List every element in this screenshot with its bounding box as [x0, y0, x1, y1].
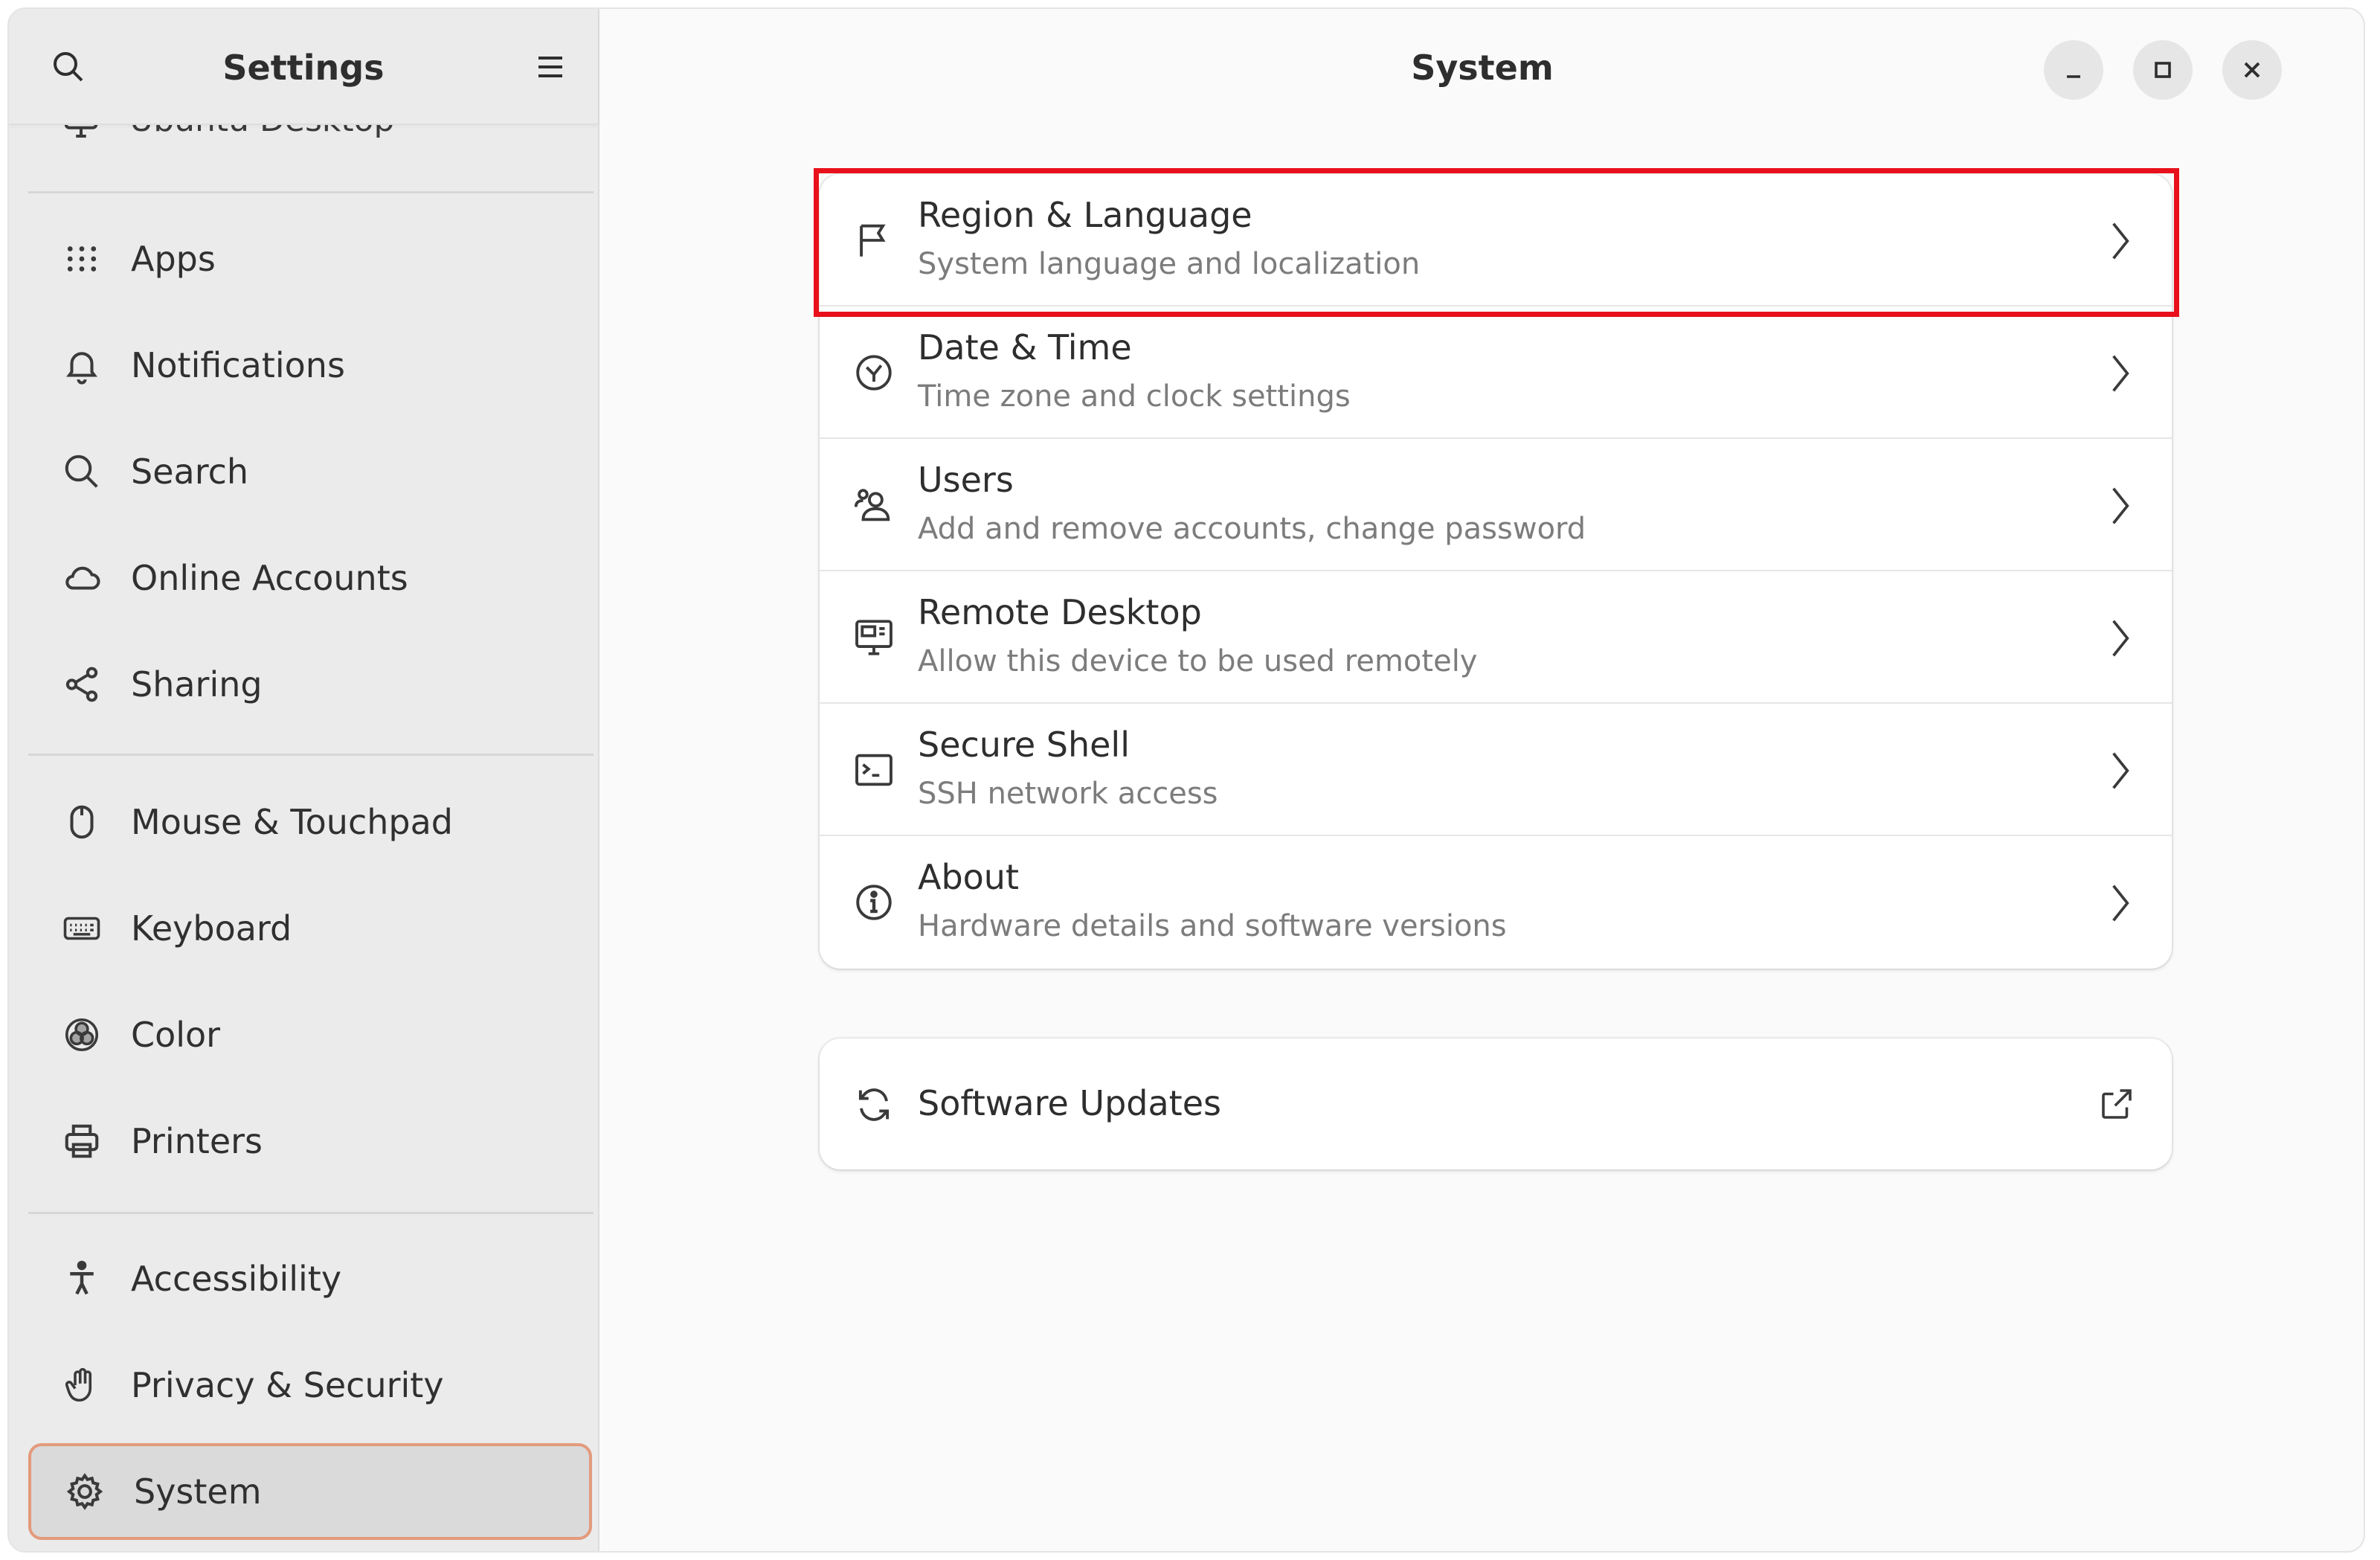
sidebar-item-label: Printers: [131, 1121, 263, 1161]
maximize-button[interactable]: [2133, 40, 2193, 100]
share-icon: [61, 664, 103, 705]
gear-icon: [64, 1471, 106, 1512]
sidebar-item-label: Accessibility: [131, 1259, 342, 1299]
row-users[interactable]: Users Add and remove accounts, change pa…: [820, 439, 2172, 571]
clock-icon: [851, 350, 897, 396]
bell-icon: [61, 344, 103, 386]
sidebar-item-accessibility[interactable]: Accessibility: [28, 1230, 592, 1327]
sidebar-item-label: Mouse & Touchpad: [131, 802, 453, 842]
sidebar-item-apps[interactable]: Apps: [28, 211, 592, 307]
hand-icon: [61, 1364, 103, 1406]
remote-desktop-icon: [851, 614, 897, 661]
row-title: Remote Desktop: [918, 592, 1202, 632]
sidebar-item-label: Notifications: [131, 345, 345, 385]
color-icon: [61, 1014, 103, 1056]
sidebar-item-label: Color: [131, 1015, 221, 1055]
apps-grid-icon: [61, 238, 103, 280]
chevron-right-icon: [2102, 881, 2139, 925]
sidebar-item-online-accounts[interactable]: Online Accounts: [28, 530, 592, 626]
sidebar-item-keyboard[interactable]: Keyboard: [28, 880, 592, 977]
sidebar-item-privacy-security[interactable]: Privacy & Security: [28, 1337, 592, 1434]
minimize-button[interactable]: [2044, 40, 2103, 100]
row-about[interactable]: About Hardware details and software vers…: [820, 836, 2172, 969]
sidebar-separator: [28, 191, 594, 193]
sidebar-item-system[interactable]: System: [28, 1443, 592, 1540]
chevron-right-icon: [2102, 616, 2139, 661]
sidebar-item-label: Sharing: [131, 664, 263, 704]
close-button[interactable]: [2222, 40, 2282, 100]
search-icon: [61, 451, 103, 492]
printer-icon: [61, 1120, 103, 1162]
row-subtitle: Add and remove accounts, change password: [918, 512, 1586, 546]
flag-icon: [851, 217, 897, 263]
sidebar-header: Settings: [9, 9, 598, 125]
row-remote-desktop[interactable]: Remote Desktop Allow this device to be u…: [820, 571, 2172, 704]
system-settings-list: Region & Language System language and lo…: [820, 174, 2172, 969]
sidebar-title: Settings: [222, 48, 385, 88]
chevron-right-icon: [2102, 351, 2139, 396]
cloud-icon: [61, 557, 103, 599]
sidebar-item-sharing[interactable]: Sharing: [28, 636, 592, 733]
row-title: Software Updates: [918, 1083, 1221, 1123]
sidebar-item-label: Keyboard: [131, 908, 292, 948]
content-pane: System Region & Language System language…: [601, 9, 2364, 1551]
row-subtitle: Allow this device to be used remotely: [918, 644, 1478, 678]
sidebar-item-label: System: [134, 1471, 262, 1512]
main-menu-button[interactable]: [530, 46, 571, 88]
sidebar-item-notifications[interactable]: Notifications: [28, 317, 592, 414]
row-title: About: [918, 857, 1020, 897]
sidebar-item-label: Apps: [131, 239, 216, 279]
chevron-right-icon: [2102, 219, 2139, 263]
row-subtitle: Time zone and clock settings: [918, 379, 1351, 414]
mouse-icon: [61, 801, 103, 843]
row-title: Region & Language: [918, 195, 1252, 235]
row-subtitle: SSH network access: [918, 777, 1218, 811]
chevron-right-icon: [2102, 748, 2139, 793]
sidebar-item-mouse-touchpad[interactable]: Mouse & Touchpad: [28, 774, 592, 870]
sidebar-item-printers[interactable]: Printers: [28, 1093, 592, 1190]
row-software-updates[interactable]: Software Updates: [820, 1039, 2172, 1169]
sidebar-item-label: Search: [131, 452, 249, 492]
sidebar-item-label: Online Accounts: [131, 558, 408, 598]
terminal-icon: [851, 747, 897, 793]
accessibility-icon: [61, 1258, 103, 1300]
row-subtitle: Hardware details and software versions: [918, 909, 1507, 943]
row-region-language[interactable]: Region & Language System language and lo…: [820, 174, 2172, 306]
keyboard-icon: [61, 908, 103, 949]
info-icon: [851, 879, 897, 925]
row-subtitle: System language and localization: [918, 247, 1421, 281]
settings-window: Ubuntu Desktop Apps Notifications Se: [7, 7, 2365, 1553]
users-icon: [851, 482, 897, 528]
sidebar-separator: [28, 754, 594, 756]
external-link-icon: [2094, 1082, 2139, 1126]
sidebar-item-color[interactable]: Color: [28, 986, 592, 1083]
sidebar-item-label: Privacy & Security: [131, 1365, 444, 1405]
sidebar: Ubuntu Desktop Apps Notifications Se: [9, 9, 599, 1551]
row-title: Users: [918, 460, 1014, 500]
row-title: Secure Shell: [918, 725, 1130, 765]
row-date-time[interactable]: Date & Time Time zone and clock settings: [820, 306, 2172, 439]
sidebar-separator: [28, 1212, 594, 1214]
refresh-icon: [851, 1082, 897, 1128]
sidebar-item-search[interactable]: Search: [28, 423, 592, 520]
row-title: Date & Time: [918, 327, 1132, 367]
sidebar-list: Ubuntu Desktop Apps Notifications Se: [9, 9, 598, 1551]
row-secure-shell[interactable]: Secure Shell SSH network access: [820, 704, 2172, 836]
chevron-right-icon: [2102, 484, 2139, 528]
software-updates-card: Software Updates: [820, 1039, 2172, 1169]
